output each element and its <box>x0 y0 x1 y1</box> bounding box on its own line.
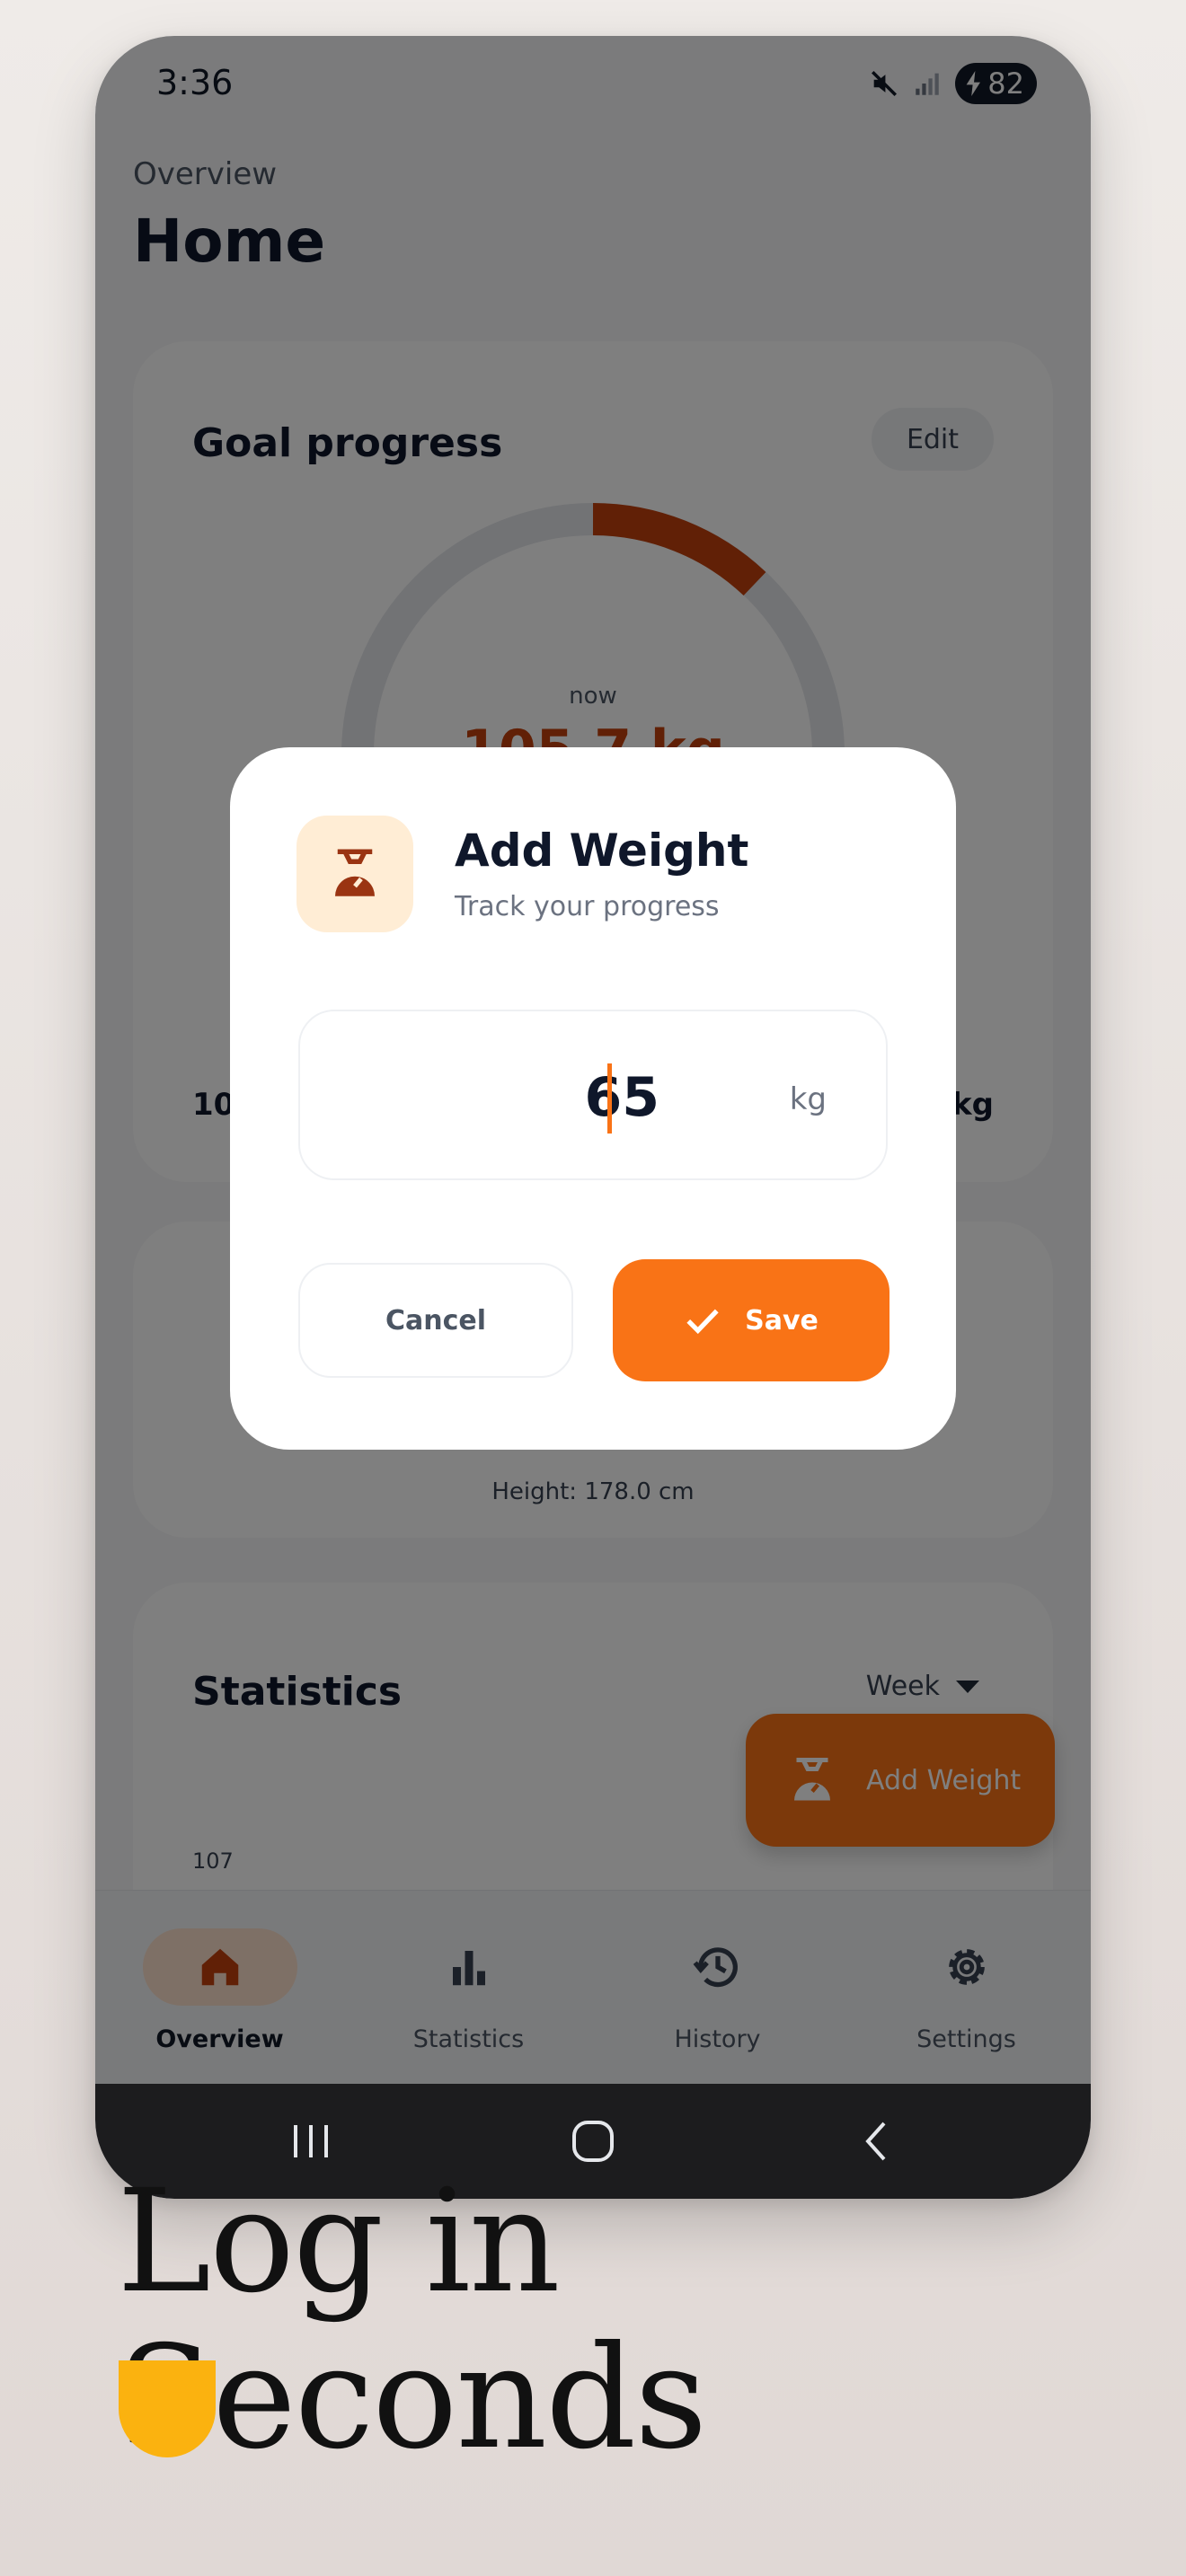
weight-field[interactable]: kg <box>298 1010 888 1180</box>
app-screen: 3:36 82 Ove <box>95 36 1091 2199</box>
dialog-title: Add Weight <box>455 825 749 877</box>
scale-icon <box>335 849 375 896</box>
marketing-tagline: Log in Seconds <box>117 2159 707 2481</box>
dialog-icon-badge <box>296 816 413 932</box>
back-button[interactable] <box>848 2114 902 2168</box>
save-label: Save <box>745 1304 819 1337</box>
home-circle-icon <box>572 2121 614 2162</box>
check-icon <box>686 1309 719 1335</box>
add-weight-dialog: Add Weight Track your progress kg Cancel… <box>230 747 956 1450</box>
unit-label: kg <box>789 1081 827 1117</box>
weight-input[interactable] <box>480 1063 659 1132</box>
recent-apps-icon <box>294 2125 328 2157</box>
decorative-shape <box>119 2360 216 2457</box>
cancel-button[interactable]: Cancel <box>298 1263 573 1378</box>
phone-frame: 3:36 82 Ove <box>95 36 1091 2199</box>
home-button[interactable] <box>566 2114 620 2168</box>
dialog-subtitle: Track your progress <box>455 891 720 922</box>
text-cursor <box>607 1063 612 1134</box>
save-button[interactable]: Save <box>613 1259 890 1381</box>
back-chevron-icon <box>865 2122 886 2161</box>
